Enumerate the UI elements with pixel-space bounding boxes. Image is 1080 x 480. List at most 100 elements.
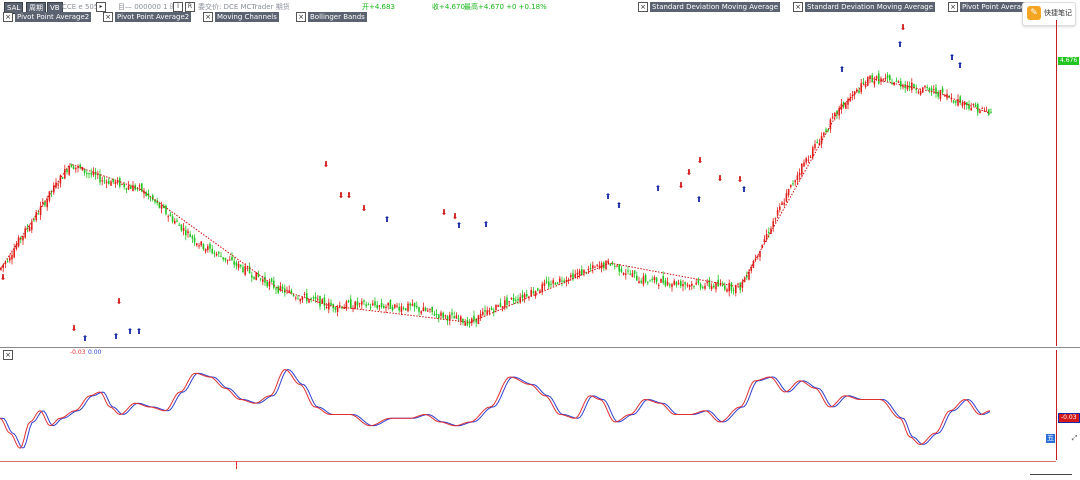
- oscillator-chart[interactable]: [0, 350, 1056, 460]
- buy-signal-arrow: ⬆: [741, 185, 748, 194]
- prev-icon[interactable]: ▸: [96, 2, 106, 12]
- candle-body: [218, 252, 220, 254]
- refresh-icon[interactable]: R: [185, 2, 195, 12]
- candle-body: [354, 301, 356, 309]
- candle-body: [647, 281, 649, 283]
- price-chart[interactable]: ⬇⬇⬇⬇⬇ ⬇⬇ ⬇ ⬇⬇⬇⬇⬇ ⬇⬇⬆ ⬆⬆ ⬆⬆⬆ ⬆⬆⬆⬆⬆⬆⬆⬆⬆⬆: [0, 20, 1056, 346]
- candle-body: [402, 308, 405, 310]
- interval-icon[interactable]: I: [173, 2, 183, 12]
- candle-body: [312, 297, 315, 299]
- candle-body: [792, 183, 794, 185]
- candle-body: [202, 244, 205, 250]
- candle-body: [253, 276, 255, 279]
- candle-body: [44, 201, 46, 206]
- last-price-tag: 4.676: [1058, 57, 1080, 65]
- candle-body: [127, 185, 130, 190]
- candle-body: [961, 102, 964, 106]
- buy-signal-arrow: ⬆: [82, 334, 89, 343]
- candle-body: [6, 261, 9, 263]
- candle-body: [629, 273, 631, 275]
- candle-body: [607, 260, 609, 264]
- candle-body: [682, 284, 684, 287]
- candle-body: [435, 313, 438, 315]
- candle-body: [796, 175, 799, 180]
- scrollbar[interactable]: [1030, 474, 1072, 475]
- candle-body: [638, 281, 640, 284]
- sell-signal-arrow: ⬇: [717, 174, 724, 183]
- candle-body: [688, 284, 691, 287]
- candle-body: [9, 257, 11, 261]
- candle-body: [640, 280, 642, 283]
- candle-body: [699, 283, 702, 288]
- candle-body: [75, 167, 77, 170]
- candle-body: [919, 90, 922, 95]
- candle-body: [110, 181, 112, 186]
- candle-body: [303, 293, 306, 295]
- sell-signal-arrow: ⬇: [678, 181, 685, 190]
- candle-body: [710, 285, 713, 290]
- candle-body: [653, 277, 656, 280]
- candle-body: [730, 282, 733, 291]
- candle-body: [823, 132, 825, 136]
- buy-signal-arrow: ⬆: [127, 327, 134, 336]
- indicator-label: Standard Deviation Moving Average: [650, 2, 781, 12]
- candle-body: [798, 173, 801, 176]
- candle-body: [972, 104, 975, 106]
- candle-body: [486, 310, 488, 315]
- candle-body: [299, 298, 301, 302]
- candle-body: [369, 306, 372, 308]
- candle-body: [101, 180, 103, 182]
- candle-body: [671, 284, 673, 288]
- candle-body: [933, 89, 935, 91]
- candle-body: [633, 270, 636, 274]
- exchange-text: 委交价: DCE MCTrader 期货: [198, 3, 290, 11]
- candle-body: [46, 199, 48, 208]
- close-icon[interactable]: ×: [948, 2, 958, 12]
- close-icon[interactable]: ×: [793, 2, 803, 12]
- candle-body: [471, 318, 473, 324]
- candle-body: [801, 163, 803, 175]
- candle-body: [453, 316, 455, 319]
- candle-body: [317, 298, 319, 300]
- candle-body: [636, 275, 638, 281]
- candle-body: [108, 180, 110, 184]
- note-icon: ✎: [1027, 6, 1041, 20]
- candle-body: [405, 308, 407, 310]
- candle-body: [583, 269, 585, 274]
- candle-body: [418, 307, 420, 312]
- pane-separator: [0, 347, 1080, 348]
- candle-body: [787, 189, 790, 196]
- candle-body: [455, 315, 458, 319]
- candle-body: [576, 272, 579, 275]
- ime-icon[interactable]: 五: [1046, 434, 1055, 443]
- candle-body: [429, 308, 431, 310]
- candle-body: [721, 284, 724, 286]
- close-icon[interactable]: ×: [638, 2, 648, 12]
- candle-body: [497, 305, 499, 307]
- candle-body: [231, 256, 233, 261]
- candle-body: [11, 255, 13, 260]
- candle-body: [673, 280, 675, 285]
- buy-signal-arrow: ⬆: [136, 327, 143, 336]
- buy-signal-arrow: ⬆: [605, 192, 612, 201]
- indicator-label: Pivot Point Average: [960, 2, 1032, 12]
- candle-body: [900, 81, 902, 87]
- candle-body: [325, 306, 328, 309]
- candle-body: [380, 302, 383, 307]
- candle-body: [662, 275, 664, 283]
- candle-body: [941, 88, 944, 93]
- zigzag-trend-line: [0, 77, 991, 323]
- candle-body: [281, 286, 284, 289]
- candle-body: [328, 302, 330, 310]
- candle-body: [479, 313, 482, 318]
- candle-body: [809, 156, 812, 158]
- candle-body: [237, 263, 240, 268]
- zoom-icon[interactable]: ⤢: [1070, 434, 1079, 443]
- candle-body: [169, 214, 172, 217]
- candle-body: [235, 262, 238, 266]
- candle-body: [374, 301, 376, 306]
- candle-body: [680, 280, 682, 286]
- candle-body: [603, 262, 605, 268]
- candle-body: [732, 289, 735, 291]
- candle-body: [862, 82, 865, 84]
